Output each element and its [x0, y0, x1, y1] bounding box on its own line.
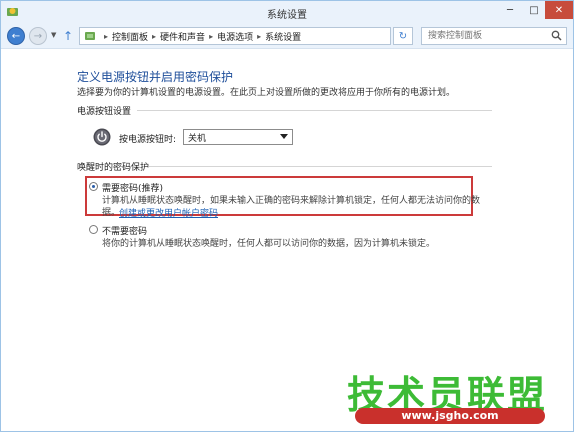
breadcrumb-separator[interactable]: ▸: [209, 32, 213, 41]
search-icon[interactable]: [551, 30, 562, 41]
window: 系统设置 ─ □ ✕ ← → ▼ ↑ ▸ 控制面板 ▸ 硬件和声音 ▸ 电源选项…: [0, 0, 574, 432]
page-description: 选择要为你的计算机设置的电源设置。在此页上对设置所做的更改将应用于你所有的电源计…: [77, 88, 456, 98]
up-button[interactable]: ↑: [63, 29, 73, 43]
address-toolbar: ← → ▼ ↑ ▸ 控制面板 ▸ 硬件和声音 ▸ 电源选项 ▸ 系统设置 ▼ ↻: [1, 23, 573, 49]
search-input[interactable]: [421, 27, 567, 45]
page-title: 定义电源按钮并启用密码保护: [77, 70, 234, 84]
require-password-description-cont: 据。: [102, 208, 121, 218]
breadcrumb-control-panel[interactable]: 控制面板: [112, 30, 148, 43]
title-bar: 系统设置 ─ □ ✕: [1, 1, 573, 23]
watermark-url: www.jsgho.com: [355, 408, 545, 424]
control-panel-icon: [85, 32, 95, 40]
breadcrumb-system-settings[interactable]: 系统设置: [265, 30, 301, 43]
create-change-password-link[interactable]: 创建或更改用户帐户密码: [119, 206, 218, 219]
require-password-radio[interactable]: [89, 182, 98, 191]
power-button-group-label: 电源按钮设置: [77, 107, 132, 117]
power-button-action-select[interactable]: 关机: [183, 129, 293, 145]
address-bar[interactable]: ▸ 控制面板 ▸ 硬件和声音 ▸ 电源选项 ▸ 系统设置 ▼: [79, 27, 461, 45]
forward-button[interactable]: →: [29, 27, 47, 45]
group-divider: [149, 166, 492, 167]
minimize-button[interactable]: ─: [497, 1, 523, 19]
breadcrumb-power-options[interactable]: 电源选项: [217, 30, 253, 43]
maximize-button[interactable]: □: [523, 1, 545, 19]
group-divider: [137, 110, 492, 111]
site-watermark-logo: 技术员联盟 www.jsgho.com: [347, 364, 551, 424]
require-password-description: 计算机从睡眠状态唤醒时，如果未输入正确的密码来解除计算机锁定，任何人都无法访问你…: [102, 196, 481, 206]
power-button-action-value: 关机: [188, 133, 207, 144]
back-button[interactable]: ←: [7, 27, 25, 45]
breadcrumb-hardware-sound[interactable]: 硬件和声音: [160, 30, 205, 43]
recent-locations-icon[interactable]: ▼: [51, 31, 56, 39]
no-password-radio[interactable]: [89, 225, 98, 234]
chevron-down-icon: [280, 134, 288, 139]
breadcrumb-separator[interactable]: ▸: [152, 32, 156, 41]
close-button[interactable]: ✕: [545, 1, 573, 19]
password-group-label: 唤醒时的密码保护: [77, 163, 150, 173]
breadcrumb-separator[interactable]: ▸: [257, 32, 261, 41]
breadcrumb-separator: ▸: [104, 31, 109, 41]
no-password-description: 将你的计算机从睡眠状态唤醒时，任何人都可以访问你的数据，因为计算机未锁定。: [102, 239, 436, 249]
power-button-action-label: 按电源按钮时:: [119, 135, 177, 145]
power-icon: [93, 128, 111, 146]
window-title: 系统设置: [267, 10, 307, 21]
refresh-button[interactable]: ↻: [393, 27, 413, 45]
